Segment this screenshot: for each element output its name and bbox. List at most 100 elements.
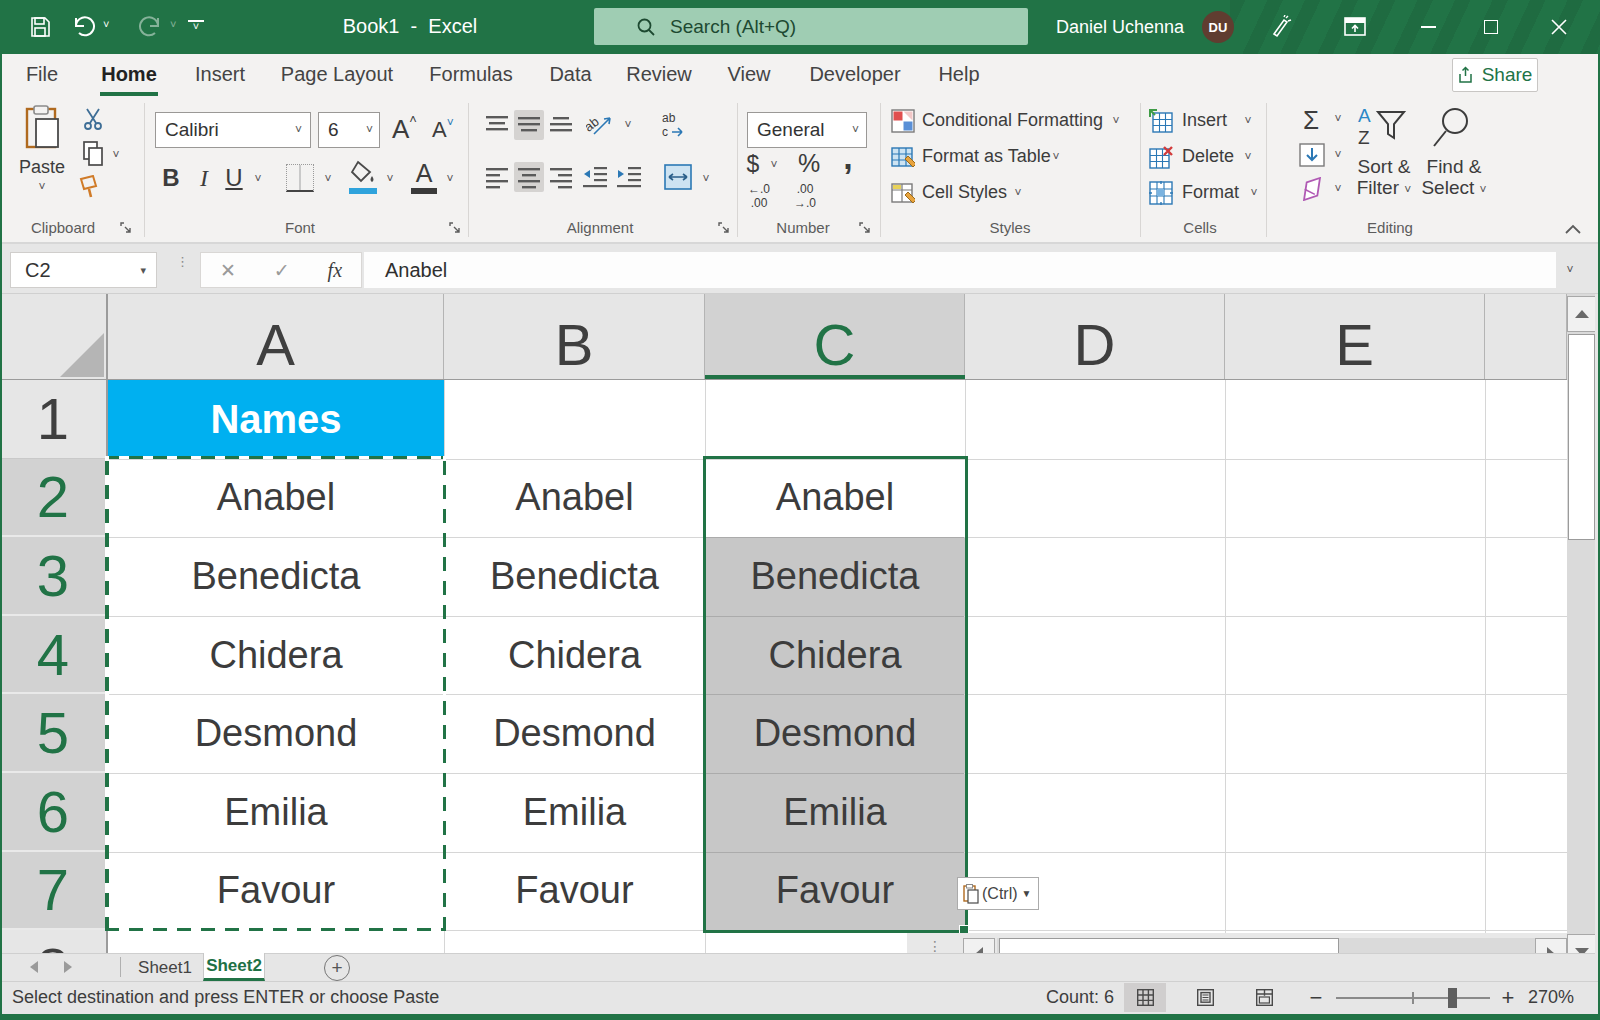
- name-box-dropdown-icon[interactable]: ▾: [140, 264, 146, 277]
- col-header-C[interactable]: C: [705, 294, 965, 379]
- tab-data[interactable]: Data: [548, 54, 593, 94]
- align-right-icon[interactable]: [546, 162, 576, 192]
- cell-B7[interactable]: Favour: [444, 852, 705, 931]
- decrease-decimal-icon[interactable]: .00→.0: [786, 182, 824, 214]
- format-as-table-dropdown-icon[interactable]: ˅: [1048, 150, 1064, 164]
- row-header-1[interactable]: 1: [0, 380, 106, 459]
- cell-styles-label[interactable]: Cell Styles: [922, 182, 1007, 203]
- row-header-4[interactable]: 4: [0, 616, 106, 695]
- number-dialog-launcher[interactable]: [858, 221, 873, 236]
- paste-label[interactable]: Paste: [10, 156, 74, 178]
- borders-dropdown-icon[interactable]: ˅: [320, 172, 336, 186]
- insert-cells-label[interactable]: Insert: [1182, 110, 1227, 131]
- clear-icon[interactable]: [1298, 176, 1326, 202]
- cancel-formula-icon[interactable]: ✕: [220, 259, 236, 282]
- align-middle-icon[interactable]: [514, 110, 544, 140]
- formula-bar-splitter[interactable]: ⋮: [176, 258, 180, 282]
- currency-dropdown-icon[interactable]: ˅: [766, 158, 782, 172]
- cell-A6[interactable]: Emilia: [108, 773, 444, 852]
- align-top-icon[interactable]: [482, 110, 512, 140]
- tab-insert[interactable]: Insert: [192, 54, 248, 94]
- view-normal-button[interactable]: [1124, 983, 1166, 1012]
- copy-icon[interactable]: [80, 140, 106, 168]
- comma-icon[interactable]: ,: [836, 140, 860, 174]
- view-page-layout-button[interactable]: [1184, 983, 1226, 1012]
- v-scroll-thumb[interactable]: [1568, 334, 1595, 540]
- format-cells-icon[interactable]: [1148, 180, 1174, 206]
- clipboard-dialog-launcher[interactable]: [119, 221, 134, 236]
- decrease-indent-icon[interactable]: [580, 162, 610, 192]
- delete-cells-icon[interactable]: [1148, 144, 1174, 170]
- decrease-font-icon[interactable]: A˅: [432, 116, 466, 150]
- underline-button[interactable]: U: [222, 162, 246, 194]
- delete-dropdown-icon[interactable]: ˅: [1240, 150, 1256, 164]
- sheet-tab-1[interactable]: Sheet1: [128, 954, 202, 981]
- select-all-corner[interactable]: [0, 294, 107, 380]
- borders-icon[interactable]: [286, 164, 314, 192]
- font-color-icon[interactable]: A: [410, 158, 438, 188]
- italic-button[interactable]: I: [192, 162, 216, 194]
- sheet-nav-left-icon[interactable]: [24, 956, 44, 978]
- avatar[interactable]: DU: [1202, 11, 1234, 43]
- close-button[interactable]: [1536, 0, 1582, 54]
- cell-A3[interactable]: Benedicta: [108, 537, 444, 616]
- paste-dropdown-icon[interactable]: ˅: [30, 180, 54, 194]
- status-count[interactable]: Count: 6: [1020, 981, 1140, 1014]
- conditional-formatting-dropdown-icon[interactable]: ˅: [1108, 114, 1124, 128]
- cell-B3[interactable]: Benedicta: [444, 537, 705, 616]
- format-as-table-label[interactable]: Format as Table: [922, 146, 1051, 167]
- share-button[interactable]: Share: [1452, 58, 1538, 92]
- format-painter-icon[interactable]: [76, 174, 104, 202]
- sort-filter-icon[interactable]: AZ: [1356, 104, 1412, 152]
- add-sheet-button[interactable]: +: [324, 955, 350, 981]
- redo-icon[interactable]: [138, 12, 164, 42]
- col-header-D[interactable]: D: [965, 294, 1225, 379]
- maximize-button[interactable]: [1468, 0, 1514, 54]
- cell-styles-dropdown-icon[interactable]: ˅: [1010, 186, 1026, 200]
- ribbon-display-options-icon[interactable]: [1342, 14, 1368, 40]
- zoom-out-button[interactable]: −: [1304, 981, 1328, 1014]
- minimize-button[interactable]: [1405, 0, 1451, 54]
- tab-view[interactable]: View: [726, 54, 772, 94]
- search-box[interactable]: Search (Alt+Q): [594, 8, 1028, 45]
- save-icon[interactable]: [28, 15, 52, 39]
- confirm-formula-icon[interactable]: ✓: [274, 259, 290, 282]
- col-header-A[interactable]: A: [108, 294, 444, 379]
- orientation-icon[interactable]: ab: [584, 110, 616, 140]
- name-box[interactable]: C2 ▾: [10, 252, 157, 288]
- view-page-break-button[interactable]: [1243, 983, 1285, 1012]
- row-header-5[interactable]: 5: [0, 694, 106, 773]
- delete-cells-label[interactable]: Delete: [1182, 146, 1234, 167]
- currency-icon[interactable]: $: [742, 150, 764, 178]
- col-header-x[interactable]: [1485, 294, 1567, 379]
- cell-A7[interactable]: Favour: [108, 852, 444, 931]
- zoom-level[interactable]: 270%: [1512, 981, 1574, 1014]
- autosum-icon[interactable]: Σ: [1296, 106, 1326, 134]
- sheet-nav-right-icon[interactable]: [58, 956, 78, 978]
- tab-developer[interactable]: Developer: [806, 54, 904, 94]
- formula-bar-expand-icon[interactable]: ˅: [1560, 258, 1580, 282]
- col-header-E[interactable]: E: [1225, 294, 1485, 379]
- underline-dropdown-icon[interactable]: ˅: [250, 172, 266, 186]
- cell-A4[interactable]: Chidera: [108, 616, 444, 695]
- paste-icon[interactable]: [22, 104, 64, 152]
- cell-B5[interactable]: Desmond: [444, 694, 705, 773]
- row-header-2[interactable]: 2: [0, 459, 106, 538]
- tab-home[interactable]: Home: [100, 54, 158, 94]
- percent-icon[interactable]: %: [794, 148, 824, 178]
- font-size-combo[interactable]: 6 ˅: [318, 112, 380, 148]
- insert-cells-icon[interactable]: [1148, 108, 1174, 134]
- cell-B2[interactable]: Anabel: [444, 459, 705, 538]
- tab-help[interactable]: Help: [936, 54, 982, 94]
- user-name[interactable]: Daniel Uchenna: [1050, 0, 1190, 54]
- sheet-tab-2[interactable]: Sheet2: [203, 953, 265, 981]
- merge-dropdown-icon[interactable]: ˅: [698, 172, 714, 186]
- copy-dropdown-icon[interactable]: ˅: [108, 148, 124, 162]
- tab-review[interactable]: Review: [626, 54, 692, 94]
- cell-styles-icon[interactable]: [890, 180, 916, 206]
- font-color-dropdown-icon[interactable]: ˅: [442, 172, 458, 186]
- insert-function-icon[interactable]: fx: [328, 259, 342, 282]
- format-cells-label[interactable]: Format: [1182, 182, 1239, 203]
- formula-input[interactable]: Anabel: [364, 252, 1556, 288]
- quick-access-chevron-icon[interactable]: ˅: [188, 20, 204, 34]
